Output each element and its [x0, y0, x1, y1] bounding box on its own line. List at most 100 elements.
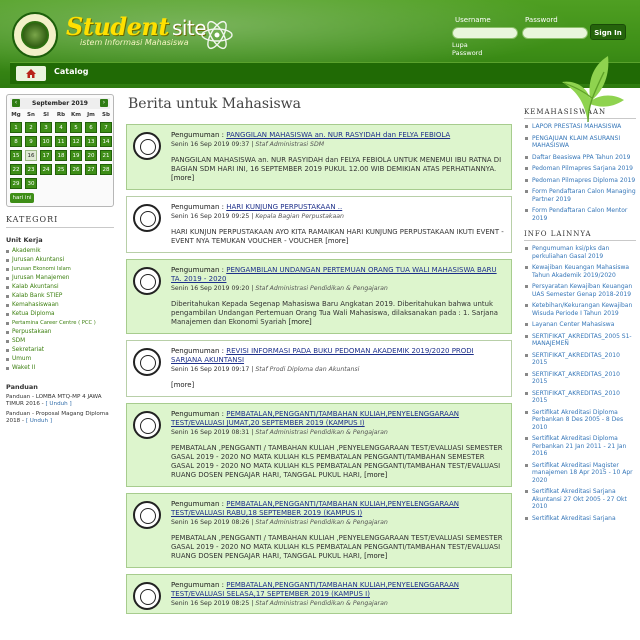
calendar-day[interactable]: 1 — [10, 122, 22, 133]
info-link-label[interactable]: Kewajiban Keuangan Mahasiswa Tahun Akade… — [532, 264, 636, 279]
info-link[interactable]: Sertifikat Akreditasi Sarjana Akuntansi … — [524, 488, 636, 511]
calendar-day[interactable]: 19 — [70, 150, 82, 161]
unit-link[interactable]: Akademik — [12, 247, 41, 256]
calendar-day[interactable]: 18 — [55, 150, 67, 161]
calendar-day[interactable]: 17 — [40, 150, 52, 161]
calendar-day[interactable]: 10 — [40, 136, 52, 147]
calendar-day[interactable]: 21 — [100, 150, 112, 161]
info-link[interactable]: Sertifikat Akreditasi Diploma Perbankan … — [524, 435, 636, 458]
more-link[interactable]: [more] — [364, 552, 387, 560]
calendar-day[interactable]: 8 — [10, 136, 22, 147]
kemahasiswaan-link-label[interactable]: Pedoman Pilmapres Sarjana 2019 — [532, 165, 633, 173]
info-link[interactable]: Ketebihan/Kekurangan Kewajiban Wisuda Pe… — [524, 302, 636, 317]
institution-logo[interactable] — [12, 12, 58, 58]
unit-item[interactable]: Jurusan Akuntansi — [6, 256, 114, 265]
kemahasiswaan-link[interactable]: Daftar Beasiswa PPA Tahun 2019 — [524, 154, 636, 162]
info-link[interactable]: SERTIFIKAT_AKREDITAS_2010 2015 — [524, 371, 636, 386]
unit-item[interactable]: Akademik — [6, 247, 114, 256]
unit-item[interactable]: Sekretariat — [6, 346, 114, 355]
calendar-day[interactable]: 7 — [100, 122, 112, 133]
info-link-label[interactable]: Ketebihan/Kekurangan Kewajiban Wisuda Pe… — [532, 302, 636, 317]
info-link-label[interactable]: Sertifikat Akreditasi Diploma Perbankan … — [532, 435, 636, 458]
unit-link[interactable]: Perpustakaan — [12, 328, 51, 337]
calendar-day[interactable]: 4 — [55, 122, 67, 133]
unit-link[interactable]: Sekretariat — [12, 346, 44, 355]
kemahasiswaan-link-label[interactable]: Pedoman Pilmapres Diploma 2019 — [532, 177, 635, 185]
unit-link[interactable]: Ketua Diploma — [12, 310, 55, 319]
calendar-day[interactable]: 15 — [10, 150, 22, 161]
info-link-label[interactable]: SERTIFIKAT_AKREDITAS_2010 2015 — [532, 390, 636, 405]
unit-item[interactable]: SDM — [6, 337, 114, 346]
calendar-day[interactable]: 29 — [10, 178, 22, 189]
info-link-label[interactable]: Sertifikat Akreditasi Sarjana — [532, 515, 616, 523]
kemahasiswaan-link[interactable]: PENGAJUAN KLAIM ASURANSI MAHASISWA — [524, 135, 636, 150]
unit-link[interactable]: Waket II — [12, 364, 35, 373]
unit-item[interactable]: Jurusan Manajemen — [6, 274, 114, 283]
password-input[interactable] — [522, 27, 588, 39]
unit-item[interactable]: Perpustakaan — [6, 328, 114, 337]
panduan-download-link[interactable]: [ Unduh ] — [26, 418, 52, 424]
info-link-label[interactable]: SERTIFIKAT_AKREDITAS_2005 S1-MANAJEMEN — [532, 333, 636, 348]
info-link[interactable]: Layanan Center Mahasiswa — [524, 321, 636, 329]
unit-link[interactable]: Umum — [12, 355, 31, 364]
info-link[interactable]: SERTIFIKAT_AKREDITAS_2010 2015 — [524, 352, 636, 367]
unit-item[interactable]: Kalab Bank STIEP — [6, 292, 114, 301]
info-link[interactable]: SERTIFIKAT_AKREDITAS_2010 2015 — [524, 390, 636, 405]
more-link[interactable]: [more] — [364, 471, 387, 479]
unit-item[interactable]: Kemahasiswaan — [6, 301, 114, 310]
kemahasiswaan-link[interactable]: Pedoman Pilmapres Sarjana 2019 — [524, 165, 636, 173]
unit-item[interactable]: Waket II — [6, 364, 114, 373]
forgot-password-link[interactable]: Lupa Password — [452, 41, 482, 57]
info-link-label[interactable]: Layanan Center Mahasiswa — [532, 321, 614, 329]
nav-catalog[interactable]: Catalog — [54, 67, 88, 76]
unit-link[interactable]: Pertamina Career Centre ( PCC ) — [12, 319, 96, 328]
kemahasiswaan-link-label[interactable]: PENGAJUAN KLAIM ASURANSI MAHASISWA — [532, 135, 636, 150]
unit-link[interactable]: Kalab Bank STIEP — [12, 292, 62, 301]
unit-item[interactable]: Ketua Diploma — [6, 310, 114, 319]
calendar-day[interactable]: 24 — [40, 164, 52, 175]
calendar-day[interactable]: 28 — [100, 164, 112, 175]
info-link[interactable]: Sertifikat Akreditasi Diploma Perbankan … — [524, 409, 636, 432]
calendar-day[interactable]: 30 — [25, 178, 37, 189]
info-link-label[interactable]: SERTIFIKAT_AKREDITAS_2010 2015 — [532, 352, 636, 367]
calendar-day[interactable]: 23 — [25, 164, 37, 175]
info-link-label[interactable]: SERTIFIKAT_AKREDITAS_2010 2015 — [532, 371, 636, 386]
info-link[interactable]: Pengumuman ksi/pks dan perkuliahan Gasal… — [524, 245, 636, 260]
kemahasiswaan-link[interactable]: Form Pendaftaran Calon Managing Partner … — [524, 188, 636, 203]
info-link-label[interactable]: Sertifikat Akreditasi Diploma Perbankan … — [532, 409, 636, 432]
info-link[interactable]: Sertifikat Akreditasi Magister manajemen… — [524, 462, 636, 485]
kemahasiswaan-link-label[interactable]: Form Pendaftaran Calon Managing Partner … — [532, 188, 636, 203]
more-link[interactable]: [more] — [289, 318, 312, 326]
unit-link[interactable]: Jurusan Ekonomi Islam — [12, 265, 71, 274]
calendar-day[interactable]: 26 — [70, 164, 82, 175]
calendar-day[interactable]: 22 — [10, 164, 22, 175]
calendar-day[interactable]: 6 — [85, 122, 97, 133]
kemahasiswaan-link-label[interactable]: Daftar Beasiswa PPA Tahun 2019 — [532, 154, 630, 162]
unit-item[interactable]: Kalab Akuntansi — [6, 283, 114, 292]
unit-link[interactable]: SDM — [12, 337, 25, 346]
kemahasiswaan-link[interactable]: Form Pendaftaran Calon Mentor 2019 — [524, 207, 636, 222]
calendar-day[interactable]: 27 — [85, 164, 97, 175]
info-link-label[interactable]: Pengumuman ksi/pks dan perkuliahan Gasal… — [532, 245, 636, 260]
panduan-download-link[interactable]: [ Unduh ] — [45, 401, 71, 407]
news-title-link[interactable]: PANGGILAN MAHASISWA an. NUR RASYIDAH dan… — [226, 131, 450, 139]
calendar-day[interactable]: 13 — [85, 136, 97, 147]
calendar-day[interactable]: 11 — [55, 136, 67, 147]
news-title-link[interactable]: HARI KUNJUNG PERPUSTAKAAN .. — [226, 203, 342, 211]
more-link[interactable]: [more] — [325, 237, 348, 245]
calendar-day[interactable]: 3 — [40, 122, 52, 133]
username-input[interactable] — [452, 27, 518, 39]
calendar-day[interactable]: 12 — [70, 136, 82, 147]
unit-item[interactable]: Pertamina Career Centre ( PCC ) — [6, 319, 114, 328]
unit-item[interactable]: Umum — [6, 355, 114, 364]
info-link[interactable]: Sertifikat Akreditasi Sarjana — [524, 515, 636, 523]
info-link[interactable]: SERTIFIKAT_AKREDITAS_2005 S1-MANAJEMEN — [524, 333, 636, 348]
info-link[interactable]: Persyaratan Kewajiban Keuangan UAS Semes… — [524, 283, 636, 298]
calendar-day[interactable]: 5 — [70, 122, 82, 133]
unit-link[interactable]: Jurusan Manajemen — [12, 274, 69, 283]
calendar-day[interactable]: 20 — [85, 150, 97, 161]
info-link[interactable]: Kewajiban Keuangan Mahasiswa Tahun Akade… — [524, 264, 636, 279]
calendar-prev-button[interactable]: ‹ — [12, 99, 20, 107]
kemahasiswaan-link-label[interactable]: LAPOR PRESTASI MAHASISWA — [532, 123, 621, 131]
calendar-next-button[interactable]: › — [100, 99, 108, 107]
